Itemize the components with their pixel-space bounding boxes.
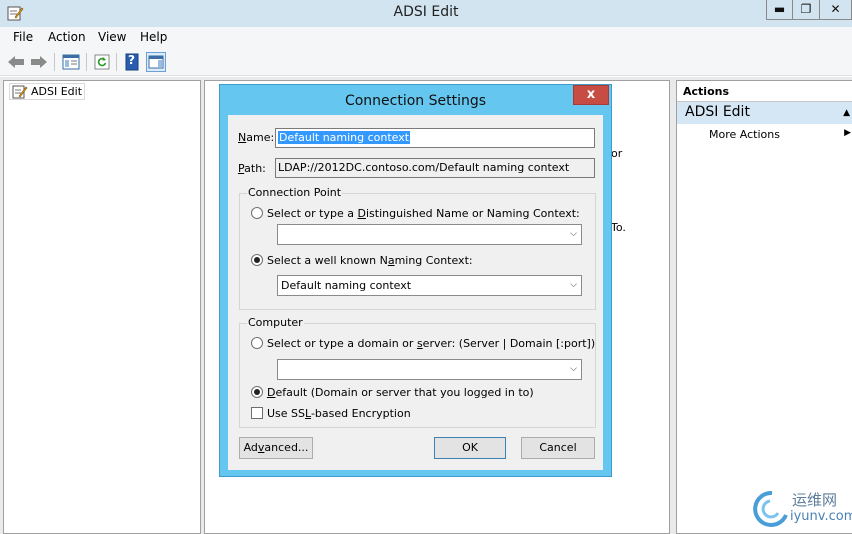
well-known-context-label: Select a well known Naming Context:: [267, 254, 473, 267]
advanced-button[interactable]: Advanced...: [239, 437, 313, 459]
path-field[interactable]: LDAP://2012DC.contoso.com/Default naming…: [275, 158, 595, 178]
name-input-value: Default naming context: [278, 131, 411, 144]
help-icon[interactable]: ?: [122, 52, 142, 72]
results-text-fragment: or: [611, 147, 623, 160]
back-arrow-icon[interactable]: [6, 52, 26, 72]
adsi-edit-node-icon: [12, 84, 28, 103]
toolbar-separator: [116, 53, 117, 71]
more-actions-item[interactable]: More Actions ▶: [677, 124, 852, 146]
submenu-arrow-icon: ▶: [844, 128, 851, 138]
ok-button[interactable]: OK: [434, 437, 506, 459]
dialog-client-area: Name: Default naming context Path: LDAP:…: [228, 115, 603, 470]
default-server-radio[interactable]: [251, 386, 263, 398]
collapse-arrow-icon[interactable]: ▲: [843, 108, 850, 118]
help-glyph: ?: [128, 53, 135, 67]
refresh-icon[interactable]: [92, 52, 112, 72]
chevron-down-icon: ⌵: [570, 364, 577, 374]
watermark-text-en: iyunv.com: [790, 509, 852, 524]
chevron-down-icon: ⌵: [570, 280, 577, 290]
chevron-down-icon: ⌵: [570, 229, 577, 239]
distinguished-name-combo[interactable]: ⌵: [277, 224, 582, 245]
watermark-text-cn: 运维网: [792, 491, 838, 509]
ssl-encryption-label: Use SSL-based Encryption: [267, 407, 411, 420]
minimize-button[interactable]: ▬: [766, 0, 793, 20]
distinguished-name-radio[interactable]: [251, 207, 263, 219]
window-title: ADSI Edit: [393, 4, 459, 20]
close-window-button[interactable]: ✕: [819, 0, 852, 20]
console-tree-icon[interactable]: [61, 52, 81, 72]
watermark-logo: 运维网 iyunv.com: [748, 487, 852, 531]
actions-header: Actions: [677, 81, 852, 102]
connection-point-group: Connection Point Select or type a Distin…: [239, 186, 596, 310]
toolbar-separator: [86, 53, 87, 71]
menu-bar: File Action View Help: [0, 27, 852, 48]
tree-item-label: ADSI Edit: [31, 85, 83, 98]
connection-settings-dialog: Connection Settings x Name: Default nami…: [219, 84, 612, 477]
computer-title: Computer: [247, 316, 304, 329]
toolbar-separator: [54, 53, 55, 71]
maximize-button[interactable]: ❐: [792, 0, 820, 20]
computer-group: Computer Select or type a domain or serv…: [239, 316, 596, 428]
watermark-swirl-icon: [748, 489, 790, 529]
results-text-fragment: To.: [611, 221, 626, 234]
tree-item-adsi-edit[interactable]: ADSI Edit: [9, 83, 86, 103]
dialog-title: Connection Settings: [344, 93, 487, 109]
path-label: Path:: [238, 162, 266, 175]
cancel-button[interactable]: Cancel: [521, 437, 595, 459]
domain-server-radio[interactable]: [251, 337, 263, 349]
connection-point-title: Connection Point: [247, 186, 343, 199]
menu-file[interactable]: File: [13, 30, 33, 44]
domain-server-label: Select or type a domain or server: (Serv…: [267, 337, 596, 350]
default-server-label: Default (Domain or server that you logge…: [267, 386, 534, 399]
dialog-close-button[interactable]: x: [573, 85, 609, 105]
well-known-context-radio[interactable]: [251, 254, 263, 266]
menu-action[interactable]: Action: [48, 30, 86, 44]
name-label: Name:: [238, 131, 275, 144]
actions-pane: Actions ADSI Edit ▲ More Actions ▶: [676, 80, 852, 534]
forward-arrow-icon[interactable]: [29, 52, 49, 72]
actions-group-label: ADSI Edit: [685, 104, 750, 120]
menu-view[interactable]: View: [98, 30, 126, 44]
distinguished-name-label: Select or type a Distinguished Name or N…: [267, 207, 580, 220]
console-tree-pane[interactable]: ADSI Edit: [3, 80, 201, 534]
title-bar: ADSI Edit ▬ ❐ ✕: [0, 0, 852, 27]
ssl-encryption-checkbox[interactable]: [251, 407, 263, 419]
toolbar: ?: [0, 48, 852, 76]
well-known-context-select[interactable]: Default naming context ⌵: [277, 275, 582, 296]
more-actions-label: More Actions: [709, 128, 780, 141]
domain-server-combo[interactable]: ⌵: [277, 359, 582, 380]
menu-help[interactable]: Help: [140, 30, 167, 44]
name-input[interactable]: Default naming context: [275, 128, 595, 148]
show-hide-pane-icon[interactable]: [146, 52, 166, 72]
actions-group-adsi-edit[interactable]: ADSI Edit ▲: [677, 102, 852, 124]
